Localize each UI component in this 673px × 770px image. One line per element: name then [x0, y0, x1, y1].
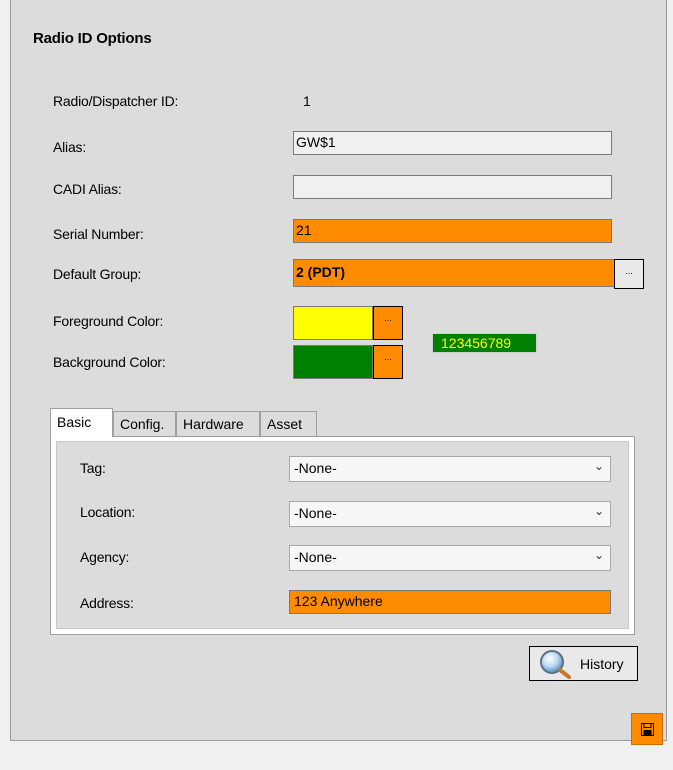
foreground-color-label: Foreground Color:	[53, 313, 164, 329]
default-group-field[interactable]: 2 (PDT)	[293, 259, 616, 287]
tab-hardware[interactable]: Hardware	[176, 411, 260, 436]
tab-config[interactable]: Config.	[113, 411, 176, 436]
chevron-down-icon: ⌄	[593, 548, 604, 562]
cadi-alias-field[interactable]	[293, 175, 612, 199]
history-button-label: History	[580, 656, 624, 672]
background-color-label: Background Color:	[53, 354, 166, 370]
tag-select[interactable]: -None- ⌄	[289, 456, 611, 482]
color-preview: 123456789	[432, 333, 537, 353]
agency-select-value: -None-	[294, 549, 337, 565]
alias-field[interactable]: GW$1	[293, 131, 612, 155]
default-group-browse-button[interactable]: ...	[614, 259, 644, 289]
tab-asset[interactable]: Asset	[260, 411, 317, 436]
tag-label: Tag:	[80, 460, 106, 476]
serial-number-field[interactable]: 21	[293, 219, 612, 243]
default-group-label: Default Group:	[53, 266, 142, 282]
magnifier-icon	[540, 650, 571, 679]
address-label: Address:	[80, 595, 134, 611]
foreground-color-swatch[interactable]	[293, 306, 373, 340]
page-title: Radio ID Options	[33, 30, 152, 47]
location-label: Location:	[80, 504, 136, 520]
floppy-disk-icon	[641, 723, 654, 736]
serial-number-label: Serial Number:	[53, 226, 144, 242]
background-color-swatch[interactable]	[293, 345, 373, 379]
history-button[interactable]: History	[529, 646, 638, 681]
location-select[interactable]: -None- ⌄	[289, 501, 611, 527]
radio-id-label: Radio/Dispatcher ID:	[53, 93, 179, 109]
cadi-alias-label: CADI Alias:	[53, 181, 122, 197]
chevron-down-icon: ⌄	[593, 504, 604, 518]
alias-label: Alias:	[53, 139, 87, 155]
tab-basic[interactable]: Basic	[50, 408, 113, 437]
chevron-down-icon: ⌄	[593, 459, 604, 473]
tag-select-value: -None-	[294, 460, 337, 476]
foreground-color-browse-button[interactable]: ...	[373, 306, 403, 340]
radio-id-value: 1	[303, 93, 311, 109]
location-select-value: -None-	[294, 505, 337, 521]
agency-select[interactable]: -None- ⌄	[289, 545, 611, 571]
agency-label: Agency:	[80, 549, 130, 565]
address-field[interactable]: 123 Anywhere	[289, 590, 611, 614]
background-color-browse-button[interactable]: ...	[373, 345, 403, 379]
save-button[interactable]	[631, 713, 663, 745]
